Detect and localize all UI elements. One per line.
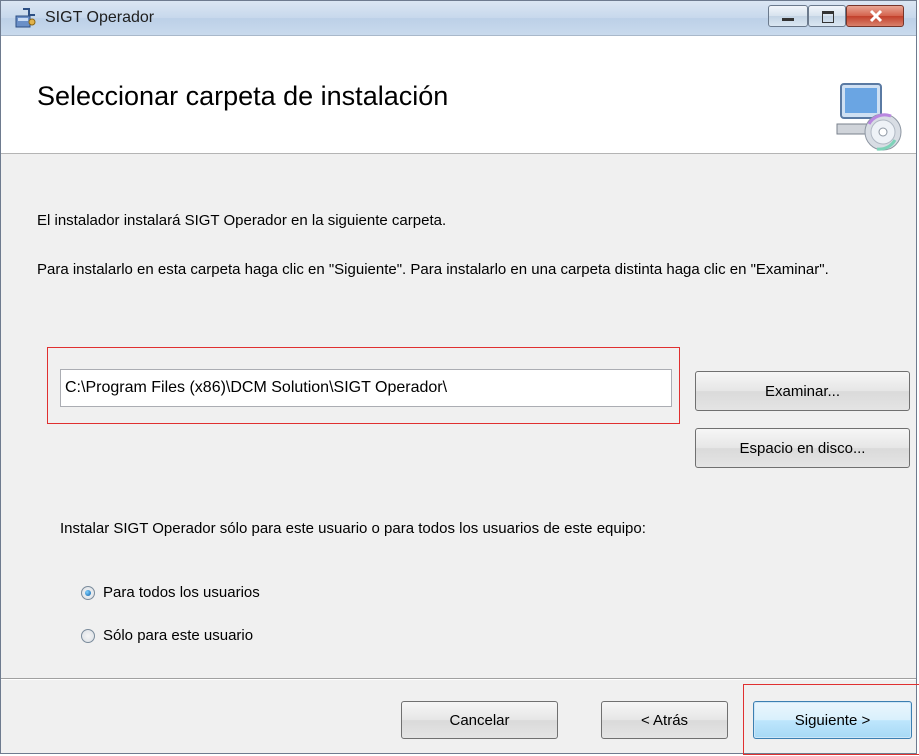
footer-divider (1, 678, 916, 680)
maximize-icon (822, 11, 834, 23)
radio-all-users[interactable]: Para todos los usuarios (81, 584, 260, 601)
radio-unchecked-icon[interactable] (81, 628, 95, 643)
close-button[interactable] (846, 5, 904, 27)
maximize-button[interactable] (808, 5, 846, 27)
next-button[interactable]: Siguiente > (753, 701, 912, 739)
wizard-header: Seleccionar carpeta de instalación (1, 36, 916, 154)
folder-path-input[interactable] (60, 369, 672, 407)
installer-app-icon (15, 8, 36, 28)
window-title: SIGT Operador (45, 9, 155, 26)
close-icon (869, 9, 883, 23)
disk-space-button[interactable]: Espacio en disco... (695, 428, 910, 468)
page-title: Seleccionar carpeta de instalación (37, 81, 449, 111)
radio-checked-icon[interactable] (81, 585, 95, 600)
browse-button[interactable]: Examinar... (695, 371, 910, 411)
minimize-icon (782, 18, 794, 21)
minimize-button[interactable] (768, 5, 808, 27)
radio-this-user[interactable]: Sólo para este usuario (81, 627, 253, 644)
instructions-text: Para instalarlo en esta carpeta haga cli… (37, 261, 829, 278)
back-button[interactable]: < Atrás (601, 701, 728, 739)
radio-this-user-label: Sólo para este usuario (103, 627, 254, 644)
install-info-text: El instalador instalará SIGT Operador en… (37, 212, 447, 229)
install-scope-prompt: Instalar SIGT Operador sólo para este us… (60, 520, 646, 537)
installer-window: SIGT Operador Seleccionar carpeta de ins… (0, 0, 919, 755)
cancel-button[interactable]: Cancelar (401, 701, 558, 739)
radio-all-users-label: Para todos los usuarios (103, 584, 260, 601)
title-bar[interactable]: SIGT Operador (1, 1, 916, 36)
computer-cd-icon (836, 83, 902, 151)
